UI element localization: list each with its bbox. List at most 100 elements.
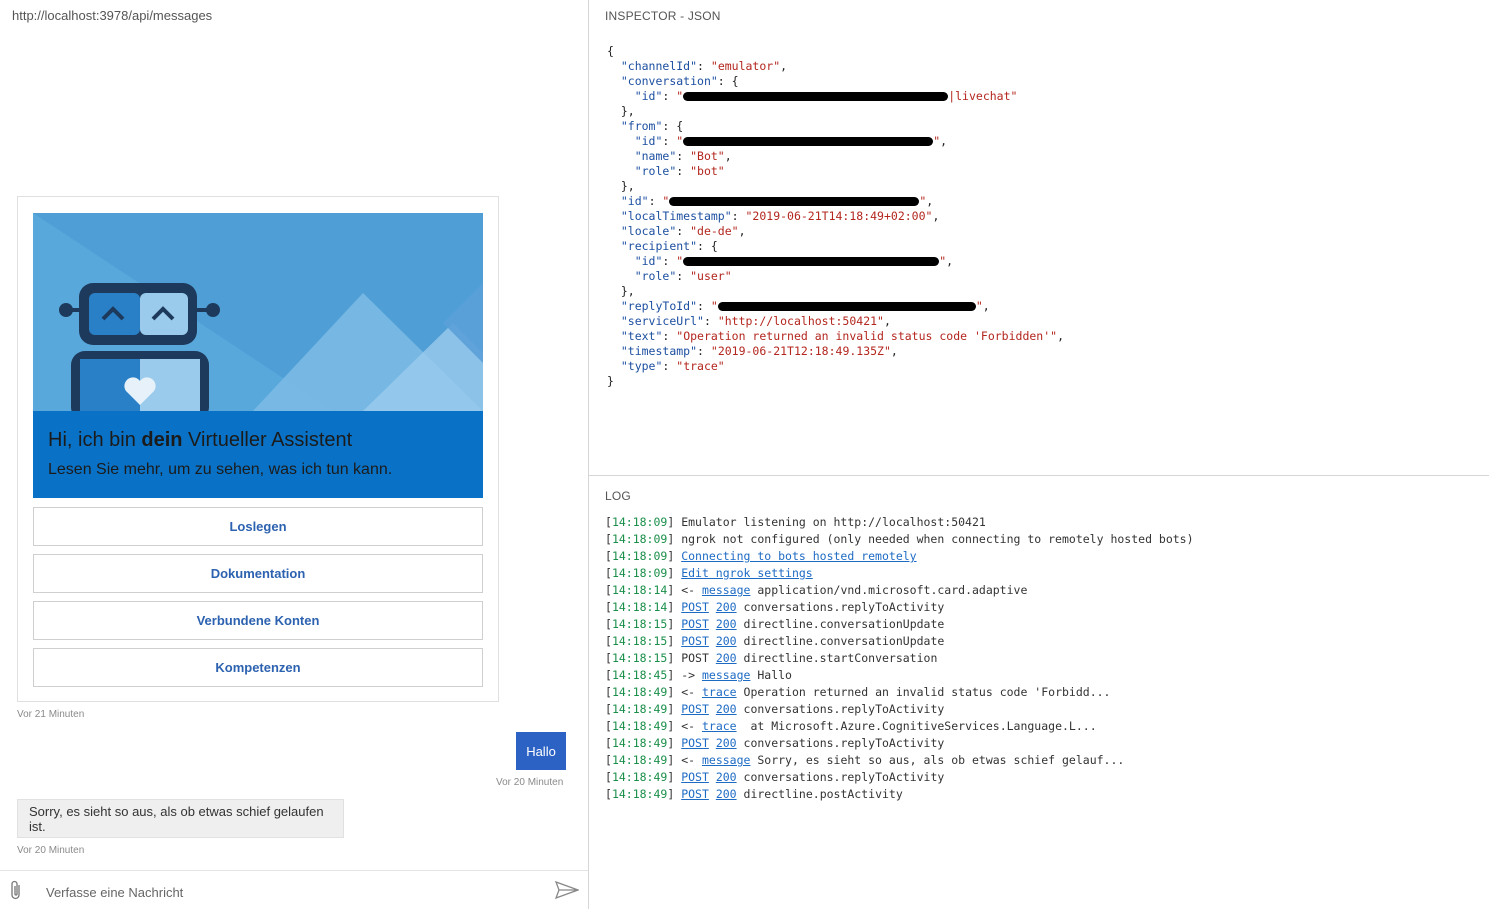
endpoint-url: http://localhost:3978/api/messages xyxy=(12,8,213,23)
loslegen-button[interactable]: Loslegen xyxy=(33,507,483,546)
redacted-value xyxy=(683,92,949,101)
log-entry: [14:18:49] <- trace at Microsoft.Azure.C… xyxy=(605,719,1097,733)
inspector-panel: INSPECTOR - JSON { "channelId": "emulato… xyxy=(589,0,1489,476)
log-entry: [14:18:09] Edit ngrok settings xyxy=(605,566,813,580)
log-entry: [14:18:14] POST 200 conversations.replyT… xyxy=(605,600,945,614)
kompetenzen-button[interactable]: Kompetenzen xyxy=(33,648,483,687)
inspector-json: { "channelId": "emulator", "conversation… xyxy=(607,44,1065,388)
log-timestamp: 14:18:14 xyxy=(611,583,668,597)
log-link[interactable]: trace xyxy=(702,719,737,733)
log-link[interactable]: POST xyxy=(681,702,709,716)
log-timestamp: 14:18:15 xyxy=(611,634,668,648)
log-timestamp: 14:18:45 xyxy=(611,668,668,682)
redacted-value xyxy=(683,137,934,146)
redacted-value xyxy=(669,197,920,206)
redacted-value xyxy=(717,302,976,311)
log-timestamp: 14:18:09 xyxy=(611,515,668,529)
log-link[interactable]: Connecting to bots hosted remotely xyxy=(681,549,916,563)
log-link[interactable]: 200 xyxy=(716,634,737,648)
log-link[interactable]: 200 xyxy=(716,702,737,716)
log-link[interactable]: Edit ngrok settings xyxy=(681,566,813,580)
log-text: Emulator listening on http://localhost:5… xyxy=(681,515,986,529)
log-link[interactable]: POST xyxy=(681,600,709,614)
log-entry: [14:18:49] <- trace Operation returned a… xyxy=(605,685,1111,699)
log-timestamp: 14:18:49 xyxy=(611,719,668,733)
card-title: Hi, ich bin dein Virtueller Assistent xyxy=(48,429,353,451)
log-text: directline.postActivity xyxy=(736,787,903,801)
log-timestamp: 14:18:09 xyxy=(611,532,668,546)
log-text: conversations.replyToActivity xyxy=(736,736,945,750)
log-timestamp: 14:18:09 xyxy=(611,566,668,580)
inspector-title: INSPECTOR - JSON xyxy=(605,9,721,23)
log-link[interactable]: POST xyxy=(681,787,709,801)
log-entry: [14:18:49] <- message Sorry, es sieht so… xyxy=(605,753,1125,767)
log-timestamp: 14:18:15 xyxy=(611,617,668,631)
paperclip-icon[interactable] xyxy=(8,880,24,902)
log-link[interactable]: 200 xyxy=(716,651,737,665)
dokumentation-button[interactable]: Dokumentation xyxy=(33,554,483,593)
log-entry: [14:18:14] <- message application/vnd.mi… xyxy=(605,583,1028,597)
message-input[interactable] xyxy=(46,881,536,903)
log-link[interactable]: 200 xyxy=(716,770,737,784)
log-link[interactable]: POST xyxy=(681,736,709,750)
log-timestamp: 14:18:49 xyxy=(611,770,668,784)
log-link[interactable]: 200 xyxy=(716,600,737,614)
log-list: [14:18:09] Emulator listening on http://… xyxy=(605,514,1194,803)
log-title: LOG xyxy=(605,489,631,503)
bot-message-bubble: Sorry, es sieht so aus, als ob etwas sch… xyxy=(17,799,344,838)
adaptive-card: Hi, ich bin dein Virtueller Assistent Le… xyxy=(17,196,499,702)
log-entry: [14:18:15] POST 200 directline.startConv… xyxy=(605,651,938,665)
log-panel: LOG [14:18:09] Emulator listening on htt… xyxy=(589,477,1489,909)
log-text: ngrok not configured (only needed when c… xyxy=(681,532,1194,546)
log-text: POST xyxy=(681,651,716,665)
log-text: directline.startConversation xyxy=(736,651,938,665)
log-link[interactable]: 200 xyxy=(716,736,737,750)
hero-text-box: Hi, ich bin dein Virtueller Assistent Le… xyxy=(33,411,483,498)
log-entry: [14:18:09] ngrok not configured (only ne… xyxy=(605,532,1194,546)
log-entry: [14:18:49] POST 200 conversations.replyT… xyxy=(605,736,945,750)
log-text: Hallo xyxy=(750,668,792,682)
log-timestamp: 14:18:14 xyxy=(611,600,668,614)
log-text: conversations.replyToActivity xyxy=(736,600,945,614)
log-text: <- xyxy=(681,753,702,767)
log-text: directline.conversationUpdate xyxy=(736,634,945,648)
user-message-bubble: Hallo xyxy=(516,732,566,770)
log-link[interactable]: message xyxy=(702,753,750,767)
log-link[interactable]: 200 xyxy=(716,787,737,801)
log-link[interactable]: 200 xyxy=(716,617,737,631)
log-link[interactable]: message xyxy=(702,583,750,597)
log-text: application/vnd.microsoft.card.adaptive xyxy=(750,583,1028,597)
verbundene-konten-button[interactable]: Verbundene Konten xyxy=(33,601,483,640)
message-composer xyxy=(0,870,588,909)
log-text: <- xyxy=(681,719,702,733)
log-text: <- xyxy=(681,685,702,699)
log-entry: [14:18:49] POST 200 conversations.replyT… xyxy=(605,702,945,716)
card-subtitle: Lesen Sie mehr, um zu sehen, was ich tun… xyxy=(48,461,393,478)
log-timestamp: 14:18:49 xyxy=(611,787,668,801)
log-entry: [14:18:49] POST 200 directline.postActiv… xyxy=(605,787,903,801)
log-text: Operation returned an invalid status cod… xyxy=(736,685,1111,699)
log-link[interactable]: POST xyxy=(681,617,709,631)
log-entry: [14:18:15] POST 200 directline.conversat… xyxy=(605,617,945,631)
log-text: at Microsoft.Azure.CognitiveServices.Lan… xyxy=(736,719,1097,733)
log-timestamp: 14:18:49 xyxy=(611,736,668,750)
card-timestamp: Vor 21 Minuten xyxy=(17,709,85,720)
log-link[interactable]: POST xyxy=(681,634,709,648)
log-text: conversations.replyToActivity xyxy=(736,702,945,716)
log-link[interactable]: POST xyxy=(681,770,709,784)
log-text: <- xyxy=(681,583,702,597)
log-timestamp: 14:18:49 xyxy=(611,685,668,699)
bot-message-timestamp: Vor 20 Minuten xyxy=(17,845,85,856)
user-message-timestamp: Vor 20 Minuten xyxy=(496,777,564,788)
log-timestamp: 14:18:49 xyxy=(611,753,668,767)
log-link[interactable]: message xyxy=(702,668,750,682)
hero-image xyxy=(33,213,483,411)
log-link[interactable]: trace xyxy=(702,685,737,699)
robot-illustration xyxy=(33,213,483,411)
send-icon[interactable] xyxy=(555,881,579,899)
